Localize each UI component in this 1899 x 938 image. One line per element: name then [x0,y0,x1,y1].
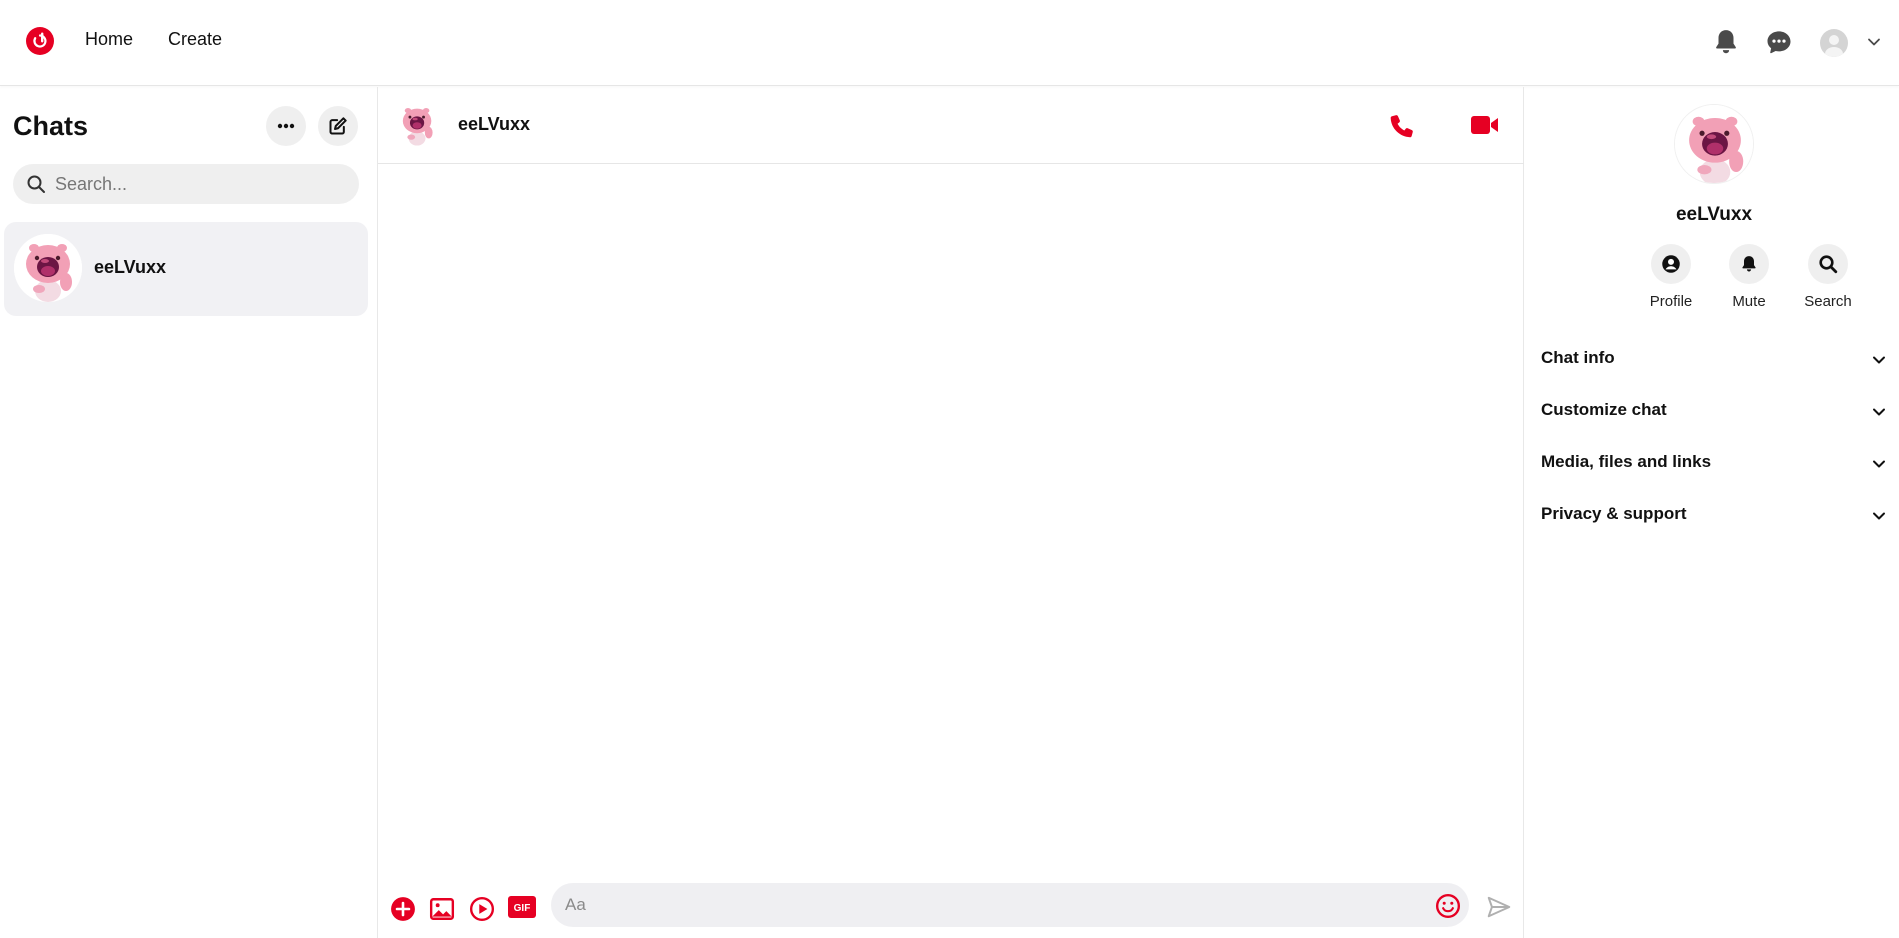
bell-icon [1742,256,1756,272]
privacy-support-section[interactable]: Privacy & support [1541,499,1887,529]
chat-search-box[interactable] [13,164,359,204]
search-icon [27,175,45,193]
chat-list-item[interactable]: eeLVuxx [4,222,368,316]
profile-button[interactable]: Profile [1636,244,1706,310]
more-options-button[interactable] [266,106,306,146]
details-name: eeLVuxx [1675,204,1753,225]
top-navigation-bar: Home Create [0,0,1899,86]
conversation-header: eeLVuxx [378,87,1524,164]
svg-text:GIF: GIF [514,903,531,914]
user-avatar[interactable] [1820,29,1848,57]
mute-label: Mute [1732,293,1766,310]
message-input[interactable] [565,883,1425,927]
search-in-chat-button[interactable]: Search [1793,244,1863,310]
bell-icon[interactable] [1711,27,1741,57]
customize-chat-section[interactable]: Customize chat [1541,395,1887,425]
gif-icon[interactable]: GIF [508,896,536,923]
chevron-down-icon [1873,356,1885,364]
search-label: Search [1804,293,1852,310]
emoji-icon[interactable] [1435,893,1461,924]
chat-bubble-icon[interactable] [1764,27,1794,57]
image-icon[interactable] [429,896,455,927]
chevron-down-icon[interactable] [1866,34,1882,55]
play-icon[interactable] [469,896,495,927]
media-files-links-section[interactable]: Media, files and links [1541,447,1887,477]
compose-button[interactable] [318,106,358,146]
chat-info-section[interactable]: Chat info [1541,343,1887,373]
details-avatar[interactable] [1674,104,1754,184]
more-icon [277,123,295,129]
profile-label: Profile [1649,293,1693,310]
chat-avatar [14,234,82,302]
chevron-down-icon [1873,512,1885,520]
phone-icon[interactable] [1388,111,1416,144]
message-input-wrapper[interactable] [551,883,1469,927]
chat-list-item-name: eeLVuxx [94,257,167,277]
chats-title: Chats [13,111,89,141]
conversation-panel: eeLVuxx GIF [378,87,1524,938]
profile-icon [1662,255,1680,273]
chat-search-input[interactable] [55,164,345,204]
send-icon[interactable] [1486,894,1512,925]
message-composer: GIF [378,883,1524,933]
plus-icon[interactable] [390,896,416,927]
logo-icon[interactable] [26,27,54,55]
video-icon[interactable] [1470,113,1500,142]
chat-list-panel: Chats eeLVuxx [0,87,378,938]
chevron-down-icon [1873,408,1885,416]
chevron-down-icon [1873,460,1885,468]
conversation-avatar[interactable] [398,99,442,151]
nav-create-link[interactable]: Create [168,29,222,50]
conversation-name[interactable]: eeLVuxx [458,114,530,135]
search-icon [1819,255,1838,274]
chat-details-panel: eeLVuxx Profile Mute Search Chat info Cu… [1525,87,1899,938]
compose-icon [329,117,347,135]
mute-button[interactable]: Mute [1714,244,1784,310]
nav-home-link[interactable]: Home [85,29,133,50]
